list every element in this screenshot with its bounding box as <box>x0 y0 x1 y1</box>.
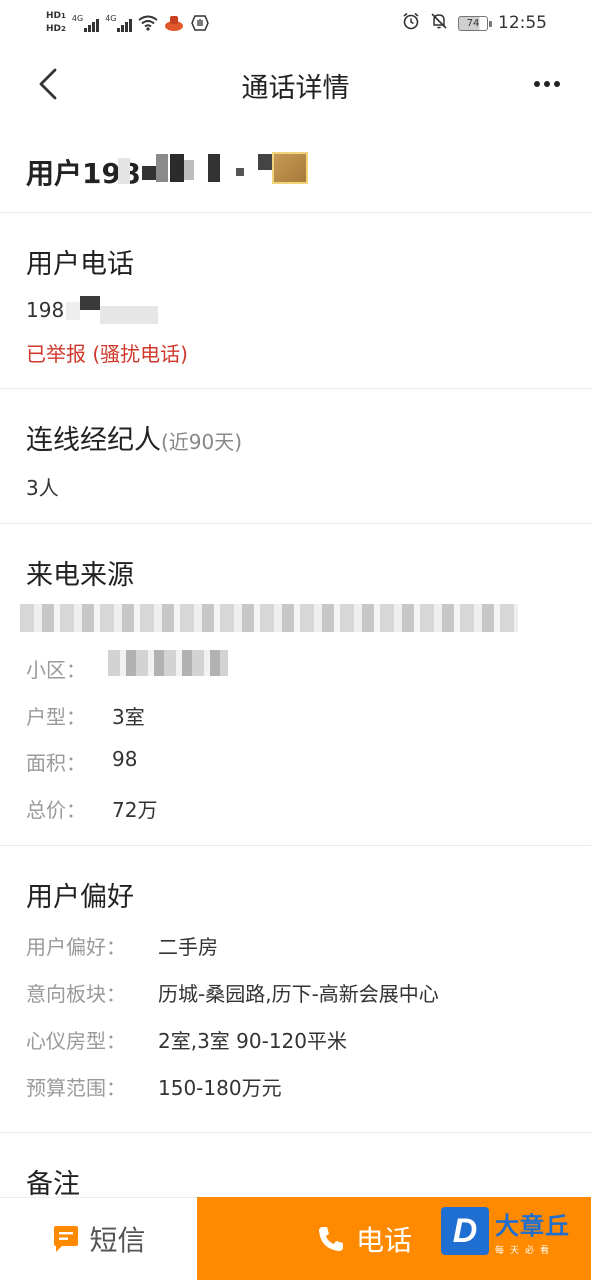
divider <box>0 212 591 213</box>
agents-title-text: 连线经纪人 <box>26 425 161 456</box>
hd-indicator: HD1 HD2 <box>46 10 66 36</box>
redacted-mosaic <box>184 160 194 180</box>
redacted-mosaic <box>66 302 80 320</box>
redacted-mosaic <box>156 154 168 182</box>
redacted-mosaic <box>208 154 220 182</box>
field-value: 3室 <box>112 705 145 729</box>
call-label: 电话 <box>355 1223 412 1257</box>
hd-top-label: HD <box>46 11 62 21</box>
source-field-community: 小区： <box>26 654 112 683</box>
divider <box>0 1132 591 1133</box>
user-header: 用户198 <box>0 122 591 212</box>
watermark-brand: 大章丘 <box>495 1212 570 1240</box>
watermark-slogan: 每天必看 <box>495 1246 556 1256</box>
redacted-source-line <box>20 604 518 632</box>
field-key: 预算范围： <box>26 1076 126 1100</box>
divider <box>0 523 591 524</box>
network-type-1: 4G <box>71 14 84 23</box>
source-field-layout: 户型： 3室 <box>26 701 145 730</box>
notes-section-title: 备注 <box>26 1169 80 1200</box>
agents-count: 3人 <box>26 476 59 500</box>
wifi-icon <box>138 13 159 33</box>
watermark: D 大章丘 每天必看 <box>441 1204 589 1258</box>
more-options-button[interactable] <box>527 66 567 102</box>
report-status: 已举报 (骚扰电话) <box>26 342 188 366</box>
preference-field-district: 意向板块： 历城-桑园路,历下-高新会展中心 <box>26 978 439 1007</box>
source-field-total-price: 总价： 72万 <box>26 794 157 823</box>
more-dot-icon <box>544 81 550 87</box>
field-key: 面积： <box>26 751 86 775</box>
status-bar-left: HD1 HD2 4G 4G <box>46 6 210 40</box>
nav-bar: 通话详情 <box>0 46 591 122</box>
field-value: 2室,3室 90-120平米 <box>158 1029 348 1053</box>
redacted-mosaic <box>258 154 272 170</box>
preference-section-title: 用户偏好 <box>26 882 134 913</box>
page-title: 通话详情 <box>241 73 350 104</box>
hd-bottom-label: HD <box>46 24 62 34</box>
signal-1-icon: 4G <box>71 14 100 32</box>
message-icon <box>54 1226 79 1252</box>
more-dot-icon <box>554 81 560 87</box>
redacted-mosaic <box>108 650 228 676</box>
redacted-mosaic <box>100 306 158 324</box>
mute-bell-icon <box>430 12 448 35</box>
divider <box>0 388 591 389</box>
phone-section-title: 用户电话 <box>26 249 134 280</box>
clock-time: 12:55 <box>498 13 547 33</box>
hd-top-sub: 1 <box>61 12 66 20</box>
phone-icon <box>318 1226 343 1251</box>
sms-label: 短信 <box>89 1224 146 1257</box>
watermark-logo: D <box>441 1207 489 1255</box>
sms-button[interactable]: 短信 <box>0 1197 197 1280</box>
divider <box>0 845 591 846</box>
field-key: 用户偏好： <box>26 935 126 959</box>
source-field-area: 面积： 98 <box>26 747 137 776</box>
field-key: 小区： <box>26 658 86 682</box>
redacted-mosaic <box>80 296 100 310</box>
phone-number[interactable]: 198 <box>26 298 64 322</box>
network-type-2: 4G <box>105 14 117 23</box>
source-section-title: 来电来源 <box>26 560 134 591</box>
field-key: 心仪房型： <box>26 1029 126 1053</box>
signal-2-icon: 4G <box>105 14 133 32</box>
agents-section-title: 连线经纪人(近90天) <box>26 418 242 457</box>
status-bar-right: 74 12:55 <box>402 12 547 34</box>
preference-field-type: 用户偏好： 二手房 <box>26 931 218 960</box>
redacted-mosaic <box>142 166 156 180</box>
redacted-mosaic <box>170 154 184 182</box>
more-dot-icon <box>534 81 540 87</box>
field-key: 户型： <box>26 705 86 729</box>
field-value: 72万 <box>112 798 158 822</box>
field-key: 总价： <box>26 798 86 822</box>
agents-title-note: (近90天) <box>161 430 243 454</box>
battery-level: 74 <box>466 17 480 29</box>
preference-field-budget: 预算范围： 150-180万元 <box>26 1072 282 1101</box>
watermark-text: 大章丘 每天必看 <box>495 1206 570 1256</box>
battery-icon: 74 <box>458 15 492 31</box>
hd-bottom-sub: 2 <box>61 25 66 33</box>
app-notification-icon <box>164 13 184 33</box>
field-value: 历城-桑园路,历下-高新会展中心 <box>158 982 439 1006</box>
redacted-mosaic <box>272 152 308 184</box>
preference-field-layout: 心仪房型： 2室,3室 90-120平米 <box>26 1025 347 1054</box>
redacted-mosaic <box>118 158 130 184</box>
field-value: 150-180万元 <box>158 1076 282 1100</box>
alarm-icon <box>402 12 420 35</box>
field-value: 二手房 <box>158 935 218 959</box>
status-bar: HD1 HD2 4G 4G 74 12:55 <box>0 0 591 46</box>
hand-notification-icon <box>190 13 210 33</box>
field-value: 98 <box>112 747 138 771</box>
redacted-mosaic <box>236 168 244 176</box>
field-key: 意向板块： <box>26 982 126 1006</box>
